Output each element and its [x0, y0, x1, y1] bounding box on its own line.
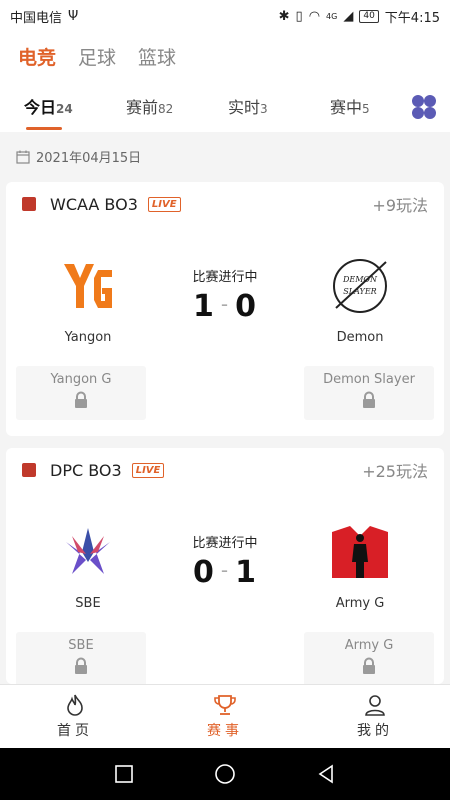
team-name: Army G	[335, 596, 385, 611]
system-nav-bar	[0, 748, 450, 800]
vibrate-icon: ▯	[295, 8, 303, 24]
nav-label: 赛事	[207, 723, 243, 739]
flame-icon	[67, 694, 83, 716]
score-area: 比赛进行中 1-0	[165, 266, 285, 324]
trophy-icon	[214, 695, 236, 715]
score-away: 1	[235, 555, 257, 590]
sport-tabs: 电竞 足球 篮球	[0, 32, 450, 80]
square-recent-icon[interactable]	[114, 764, 134, 784]
dota-icon	[22, 463, 36, 477]
team-name: SBE	[75, 596, 101, 611]
nav-matches[interactable]: 赛事	[150, 685, 300, 748]
nav-home[interactable]: 首页	[0, 685, 150, 748]
lock-icon	[363, 657, 375, 674]
signal-icon: ◢	[343, 8, 354, 24]
team-logo-icon	[64, 264, 112, 308]
more-plays-link[interactable]: +9玩法	[372, 192, 428, 216]
score: 1-0	[165, 289, 285, 324]
team-logo-icon	[332, 526, 388, 578]
circle-home-icon[interactable]	[214, 763, 236, 785]
tab-esports[interactable]: 电竞	[18, 43, 56, 70]
match-state: 比赛进行中	[192, 536, 258, 551]
wifi-icon: ◠	[308, 8, 321, 24]
demon-logo-text: DEMON	[342, 275, 378, 284]
triangle-back-icon[interactable]	[316, 764, 336, 784]
odds-label: Demon Slayer	[323, 372, 415, 387]
team-name: Yangon	[64, 330, 112, 345]
score-away: 0	[235, 289, 257, 324]
score-home: 1	[193, 289, 215, 324]
match-card[interactable]: DPC BO3 LIVE +25玩法 SBE 比赛进行中 0-1 Army G …	[6, 448, 444, 686]
tab-football[interactable]: 足球	[78, 43, 116, 70]
calendar-icon	[16, 150, 30, 164]
odds-label: SBE	[68, 638, 94, 653]
team-logo-icon: DEMON SLAYER	[333, 259, 387, 313]
match-date: 2021年04月15日	[36, 151, 142, 166]
odds-button-away[interactable]: Demon Slayer	[304, 366, 434, 420]
team-name: Demon	[336, 330, 384, 345]
tab-today[interactable]: 今日24	[24, 94, 126, 130]
league-name: WCAA BO3	[50, 194, 138, 214]
match-state: 比赛进行中	[192, 270, 258, 285]
tab-label: 实时	[228, 98, 261, 117]
match-card[interactable]: WCAA BO3 LIVE +9玩法 Yangon 比赛进行中 1-0 DEMO…	[6, 182, 444, 436]
odds-label: Army G	[344, 638, 394, 653]
tab-count: 24	[56, 102, 73, 116]
tab-count: 3	[260, 102, 268, 116]
live-badge: LIVE	[131, 462, 165, 478]
odds-button-away[interactable]: Army G	[304, 632, 434, 686]
home-team[interactable]: Yangon	[28, 256, 148, 345]
person-icon	[365, 695, 385, 716]
grid-menu-icon[interactable]	[410, 93, 438, 121]
status-tabs: 今日24 赛前82 实时3 赛中5	[0, 80, 450, 132]
dota-icon	[22, 197, 36, 211]
tab-label: 赛前	[126, 98, 159, 117]
score: 0-1	[165, 555, 285, 590]
score-separator: -	[220, 292, 230, 316]
battery-icon: 40	[359, 9, 379, 23]
away-team[interactable]: DEMON SLAYER Demon	[300, 256, 420, 345]
home-team[interactable]: SBE	[28, 522, 148, 611]
lock-icon	[75, 657, 87, 674]
network-label: 4G	[326, 11, 338, 21]
more-plays-link[interactable]: +25玩法	[362, 458, 428, 482]
carrier-label: 中国电信	[10, 10, 63, 26]
bottom-nav: 首页 赛事 我的	[0, 684, 450, 748]
date-row: 2021年04月15日	[16, 147, 141, 166]
score-area: 比赛进行中 0-1	[165, 532, 285, 590]
league-name: DPC BO3	[50, 460, 122, 480]
slayer-logo-text: SLAYER	[343, 287, 376, 296]
score-home: 0	[193, 555, 215, 590]
lock-icon	[363, 391, 375, 408]
tab-prematch[interactable]: 赛前82	[126, 94, 228, 118]
bluetooth-icon: ✱	[278, 8, 290, 24]
tab-realtime[interactable]: 实时3	[228, 94, 330, 118]
match-header: WCAA BO3 LIVE +9玩法	[6, 182, 444, 226]
away-team[interactable]: Army G	[300, 522, 420, 611]
status-bar: 中国电信 Ψ ✱ ▯ ◠ 4G ◢ 40 下午4:15	[0, 0, 450, 32]
odds-button-home[interactable]: Yangon G	[16, 366, 146, 420]
match-header: DPC BO3 LIVE +25玩法	[6, 448, 444, 492]
tab-count: 5	[362, 102, 370, 116]
usb-icon: Ψ	[68, 8, 79, 24]
odds-button-home[interactable]: SBE	[16, 632, 146, 686]
score-separator: -	[220, 558, 230, 582]
nav-label: 我的	[357, 723, 393, 739]
odds-label: Yangon G	[50, 372, 112, 387]
tab-basketball[interactable]: 篮球	[138, 43, 176, 70]
tab-label: 赛中	[330, 98, 363, 117]
team-logo-icon	[66, 528, 110, 574]
lock-icon	[75, 391, 87, 408]
tab-count: 82	[158, 102, 174, 116]
tab-label: 今日	[24, 98, 57, 117]
nav-profile[interactable]: 我的	[300, 685, 450, 748]
live-badge: LIVE	[147, 196, 181, 212]
nav-label: 首页	[57, 723, 93, 739]
clock: 下午4:15	[384, 10, 440, 26]
